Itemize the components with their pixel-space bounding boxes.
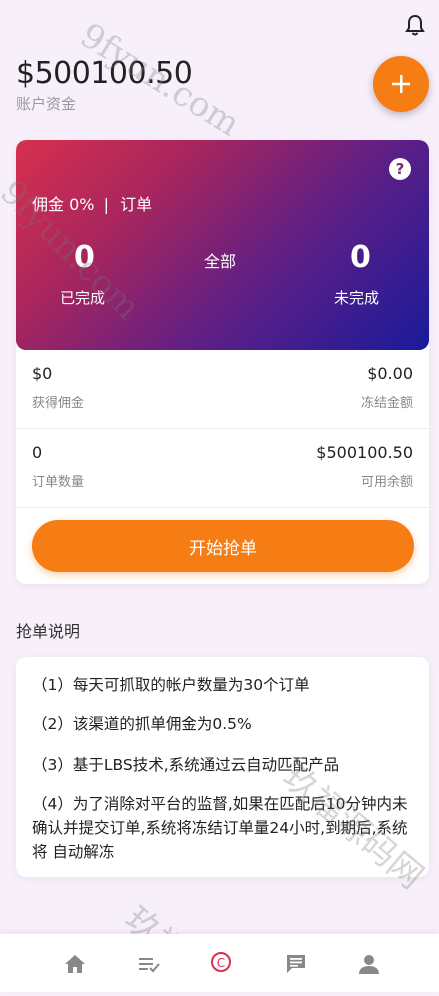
order-count-value: 0	[32, 443, 43, 462]
help-icon[interactable]: ?	[389, 158, 411, 180]
stats-row-commission: $0 获得佣金 $0.00 冻结金额	[16, 350, 429, 429]
svg-text:C: C	[217, 956, 225, 970]
order-count-label: 订单数量	[32, 475, 85, 490]
chat-icon[interactable]	[283, 951, 309, 977]
profile-icon[interactable]	[356, 951, 382, 977]
bottom-navigation: C	[0, 934, 439, 992]
completed-label[interactable]: 已完成	[60, 287, 105, 308]
earned-commission-label: 获得佣金	[32, 396, 85, 411]
completed-count: 0	[74, 240, 95, 275]
frozen-amount-label: 冻结金额	[360, 396, 413, 411]
plus-icon	[392, 75, 410, 93]
account-balance: $500100.50	[16, 56, 193, 91]
rule-item: （4）为了消除对平台的监督,如果在匹配后10分钟内未确认并提交订单,系统将冻结订…	[32, 795, 408, 861]
home-icon[interactable]	[62, 951, 88, 977]
notification-bell-icon[interactable]	[405, 14, 425, 36]
commission-rate-label: 佣金 0%	[32, 195, 95, 214]
start-grab-order-button[interactable]: 开始抢单	[32, 520, 414, 572]
frozen-amount-value: $0.00	[367, 364, 413, 383]
uncompleted-count: 0	[350, 240, 371, 275]
account-balance-label: 账户资金	[16, 95, 77, 113]
available-balance-value: $500100.50	[316, 443, 413, 462]
earned-commission-value: $0	[32, 364, 53, 383]
grab-order-icon[interactable]: C	[208, 951, 234, 977]
order-summary-card: ? 佣金 0% | 订单 0 全部 0 已完成 未完成 $0 获得佣金 $0.0…	[16, 140, 429, 584]
commission-rate-header: 佣金 0% | 订单	[32, 191, 152, 215]
rule-item: （1）每天可抓取的帐户数量为30个订单	[32, 676, 310, 694]
all-orders-tab[interactable]: 全部	[204, 248, 236, 272]
rule-item: （3）基于LBS技术,系统通过云自动匹配产品	[32, 756, 340, 774]
order-stats-banner: ? 佣金 0% | 订单 0 全部 0 已完成 未完成	[16, 140, 429, 350]
add-funds-button[interactable]	[373, 56, 429, 112]
separator: |	[103, 195, 109, 214]
rules-section-title: 抢单说明	[16, 622, 81, 641]
stats-row-orders: 0 订单数量 $500100.50 可用余额	[16, 429, 429, 508]
rules-card: （1）每天可抓取的帐户数量为30个订单 （2）该渠道的抓单佣金为0.5% （3）…	[16, 657, 429, 877]
available-balance-label: 可用余额	[360, 475, 413, 490]
uncompleted-label[interactable]: 未完成	[334, 287, 379, 308]
orders-label: 订单	[120, 195, 153, 214]
order-list-icon[interactable]	[136, 951, 162, 977]
rule-item: （2）该渠道的抓单佣金为0.5%	[32, 715, 252, 733]
